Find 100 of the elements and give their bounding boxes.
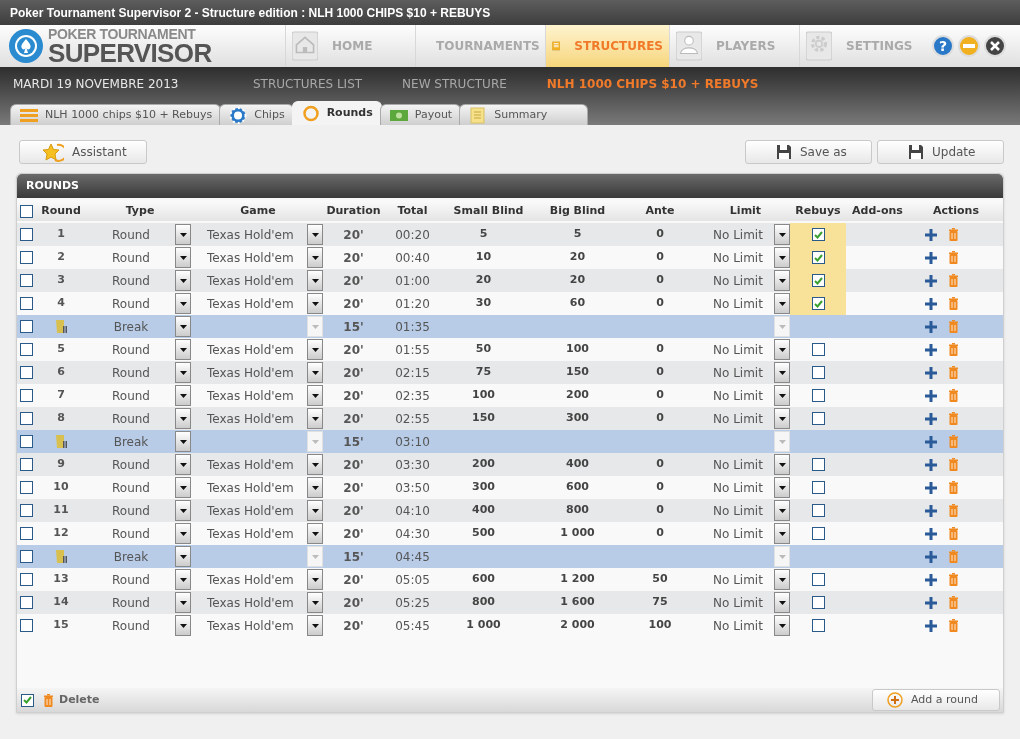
- dropdown-button[interactable]: [307, 454, 323, 475]
- rebuy-checkbox[interactable]: [811, 504, 825, 517]
- help-button[interactable]: ?: [932, 35, 954, 57]
- dropdown-button[interactable]: [774, 385, 790, 406]
- dropdown-button[interactable]: [774, 477, 790, 498]
- dropdown-button[interactable]: [175, 224, 191, 245]
- add-icon[interactable]: [925, 435, 937, 448]
- add-icon[interactable]: [925, 481, 937, 494]
- add-icon[interactable]: [925, 573, 937, 586]
- add-icon[interactable]: [925, 527, 937, 540]
- row-checkbox[interactable]: [19, 274, 33, 287]
- dropdown-button[interactable]: [774, 408, 790, 429]
- dropdown-button[interactable]: [175, 270, 191, 291]
- rebuy-checkbox[interactable]: [811, 274, 825, 287]
- rebuy-checkbox[interactable]: [811, 389, 825, 402]
- dropdown-button[interactable]: [175, 546, 191, 567]
- dropdown-button[interactable]: [307, 477, 323, 498]
- row-checkbox[interactable]: [19, 481, 33, 494]
- dropdown-button[interactable]: [175, 247, 191, 268]
- row-checkbox[interactable]: [19, 389, 33, 402]
- structure-link[interactable]: NEW STRUCTURE: [402, 74, 507, 93]
- rebuy-checkbox[interactable]: [811, 596, 825, 609]
- dropdown-button[interactable]: [774, 293, 790, 314]
- dropdown-button[interactable]: [774, 500, 790, 521]
- dropdown-button[interactable]: [774, 454, 790, 475]
- delete-button[interactable]: Delete: [44, 691, 100, 709]
- dropdown-button[interactable]: [307, 270, 323, 291]
- row-checkbox[interactable]: [19, 320, 33, 333]
- dropdown-button[interactable]: [175, 477, 191, 498]
- row-checkbox[interactable]: [19, 251, 33, 264]
- rebuy-checkbox[interactable]: [811, 366, 825, 379]
- tab[interactable]: Chips: [219, 104, 294, 125]
- rebuy-checkbox[interactable]: [811, 458, 825, 471]
- add-icon[interactable]: [925, 274, 937, 287]
- rebuy-checkbox[interactable]: [811, 619, 825, 632]
- dropdown-button[interactable]: [307, 362, 323, 383]
- add-icon[interactable]: [925, 320, 937, 333]
- add-icon[interactable]: [925, 366, 937, 379]
- row-checkbox[interactable]: [19, 412, 33, 425]
- save-as-button[interactable]: Save as: [745, 140, 872, 164]
- select-checkbox[interactable]: [21, 693, 34, 707]
- add-icon[interactable]: [925, 550, 937, 563]
- dropdown-button[interactable]: [774, 569, 790, 590]
- structure-link[interactable]: NLH 1000 CHIPS $10 + REBUYS: [546, 74, 759, 93]
- dropdown-button[interactable]: [175, 592, 191, 613]
- add-icon[interactable]: [925, 458, 937, 471]
- close-button[interactable]: [984, 35, 1006, 57]
- dropdown-button[interactable]: [175, 500, 191, 521]
- row-checkbox[interactable]: [19, 573, 33, 586]
- dropdown-button[interactable]: [307, 247, 323, 268]
- tab[interactable]: Rounds: [291, 101, 382, 125]
- dropdown-button[interactable]: [175, 431, 191, 452]
- row-checkbox[interactable]: [19, 458, 33, 471]
- dropdown-button[interactable]: [307, 408, 323, 429]
- dropdown-button[interactable]: [175, 385, 191, 406]
- dropdown-button[interactable]: [774, 362, 790, 383]
- structure-link[interactable]: STRUCTURES LIST: [253, 74, 363, 93]
- dropdown-button[interactable]: [774, 247, 790, 268]
- add-round-button[interactable]: Add a round: [872, 689, 1000, 711]
- dropdown-button[interactable]: [307, 500, 323, 521]
- add-icon[interactable]: [925, 251, 937, 264]
- row-checkbox[interactable]: [19, 297, 33, 310]
- dropdown-button[interactable]: [175, 408, 191, 429]
- add-icon[interactable]: [925, 228, 937, 241]
- add-icon[interactable]: [925, 619, 937, 632]
- dropdown-button[interactable]: [175, 339, 191, 360]
- row-checkbox[interactable]: [19, 366, 33, 379]
- tab[interactable]: NLH 1000 chips $10 + Rebuys: [10, 104, 222, 125]
- dropdown-button[interactable]: [774, 615, 790, 636]
- row-checkbox[interactable]: [19, 619, 33, 632]
- add-icon[interactable]: [925, 343, 937, 356]
- add-icon[interactable]: [925, 389, 937, 402]
- add-icon[interactable]: [925, 504, 937, 517]
- dropdown-button[interactable]: [175, 316, 191, 337]
- dropdown-button[interactable]: [774, 224, 790, 245]
- row-checkbox[interactable]: [19, 504, 33, 517]
- tab[interactable]: Payout: [379, 104, 462, 125]
- rebuy-checkbox[interactable]: [811, 297, 825, 310]
- assistant-button[interactable]: Assistant: [19, 140, 147, 164]
- row-checkbox[interactable]: [19, 596, 33, 609]
- row-checkbox[interactable]: [19, 435, 33, 448]
- dropdown-button[interactable]: [307, 592, 323, 613]
- dropdown-button[interactable]: [307, 339, 323, 360]
- rebuy-checkbox[interactable]: [811, 251, 825, 264]
- dropdown-button[interactable]: [307, 523, 323, 544]
- dropdown-button[interactable]: [307, 293, 323, 314]
- dropdown-button[interactable]: [307, 615, 323, 636]
- dropdown-button[interactable]: [175, 523, 191, 544]
- rebuy-checkbox[interactable]: [811, 481, 825, 494]
- row-checkbox[interactable]: [19, 527, 33, 540]
- rebuy-checkbox[interactable]: [811, 228, 825, 241]
- dropdown-button[interactable]: [175, 569, 191, 590]
- rebuy-checkbox[interactable]: [811, 412, 825, 425]
- rebuy-checkbox[interactable]: [811, 343, 825, 356]
- tab[interactable]: Summary: [459, 104, 589, 125]
- dropdown-button[interactable]: [774, 270, 790, 291]
- dropdown-button[interactable]: [307, 569, 323, 590]
- add-icon[interactable]: [925, 412, 937, 425]
- rebuy-checkbox[interactable]: [811, 573, 825, 586]
- row-checkbox[interactable]: [19, 343, 33, 356]
